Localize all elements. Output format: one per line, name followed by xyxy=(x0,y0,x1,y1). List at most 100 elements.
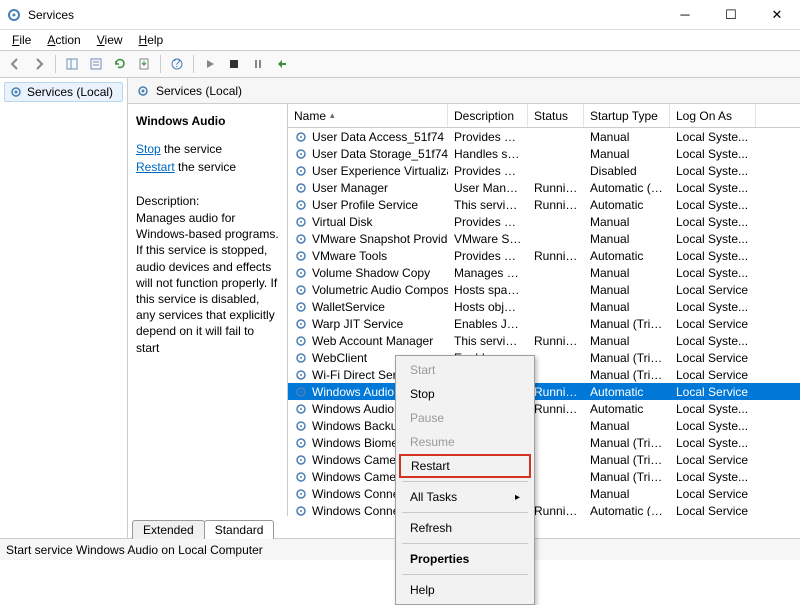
service-row[interactable]: User Profile ServiceThis service ...Runn… xyxy=(288,196,800,213)
service-log-on-as: Local Syste... xyxy=(670,470,756,484)
column-name[interactable]: Name▴ xyxy=(288,104,448,127)
service-name: User Data Storage_51f74 xyxy=(312,147,448,161)
status-text: Start service Windows Audio on Local Com… xyxy=(6,543,263,557)
service-row[interactable]: Windows BackupManualLocal Syste... xyxy=(288,417,800,434)
gear-icon xyxy=(9,85,23,99)
context-help[interactable]: Help xyxy=(398,578,532,602)
service-row[interactable]: Windows ConnectManualLocal Service xyxy=(288,485,800,502)
properties-button[interactable] xyxy=(85,53,107,75)
context-resume: Resume xyxy=(398,430,532,454)
service-icon xyxy=(294,419,308,433)
service-startup-type: Manual xyxy=(584,266,670,280)
context-all-tasks[interactable]: All Tasks▸ xyxy=(398,485,532,509)
maximize-button[interactable]: ☐ xyxy=(708,0,754,29)
stop-service-button[interactable] xyxy=(223,53,245,75)
restart-service-link[interactable]: Restart xyxy=(136,160,175,174)
service-description: Hosts spatia... xyxy=(448,283,528,297)
context-restart[interactable]: Restart xyxy=(399,454,531,478)
menu-file[interactable]: File xyxy=(4,31,39,49)
column-description[interactable]: Description xyxy=(448,104,528,127)
tab-extended[interactable]: Extended xyxy=(132,520,205,539)
service-row[interactable]: User ManagerUser Manag...RunningAutomati… xyxy=(288,179,800,196)
menu-help[interactable]: Help xyxy=(131,31,172,49)
menu-action[interactable]: Action xyxy=(39,31,88,49)
service-icon xyxy=(294,368,308,382)
tab-standard[interactable]: Standard xyxy=(204,520,275,539)
forward-button[interactable] xyxy=(28,53,50,75)
service-log-on-as: Local Service xyxy=(670,317,756,331)
column-headers: Name▴ Description Status Startup Type Lo… xyxy=(288,104,800,128)
service-row[interactable]: Volumetric Audio Composit...Hosts spatia… xyxy=(288,281,800,298)
service-row[interactable]: User Data Storage_51f74Handles sto... Man… xyxy=(288,145,800,162)
service-icon xyxy=(294,147,308,161)
service-row[interactable]: Virtual DiskProvides m...ManualLocal Sys… xyxy=(288,213,800,230)
context-start: Start xyxy=(398,358,532,382)
help-button[interactable]: ? xyxy=(166,53,188,75)
service-row[interactable]: Web Account ManagerThis service ...Runni… xyxy=(288,332,800,349)
service-log-on-as: Local Syste... xyxy=(670,402,756,416)
close-button[interactable]: ✕ xyxy=(754,0,800,29)
service-name: Web Account Manager xyxy=(312,334,433,348)
service-row[interactable]: WalletServiceHosts objec...ManualLocal S… xyxy=(288,298,800,315)
column-status[interactable]: Status xyxy=(528,104,584,127)
service-log-on-as: Local Syste... xyxy=(670,300,756,314)
menu-bar: File Action View Help xyxy=(0,30,800,50)
service-row[interactable]: VMware Snapshot ProviderVMware Sn...Manu… xyxy=(288,230,800,247)
service-description: Handles sto... xyxy=(448,147,528,161)
service-startup-type: Manual xyxy=(584,147,670,161)
service-name: User Data Access_51f74 xyxy=(312,130,444,144)
service-description: Provides su... xyxy=(448,164,528,178)
service-row[interactable]: VMware ToolsProvides su...RunningAutomat… xyxy=(288,247,800,264)
service-startup-type: Disabled xyxy=(584,164,670,178)
service-name: Volumetric Audio Composit... xyxy=(312,283,448,297)
context-stop[interactable]: Stop xyxy=(398,382,532,406)
title-bar: Services ─ ☐ ✕ xyxy=(0,0,800,30)
service-icon xyxy=(294,453,308,467)
service-row[interactable]: User Data Access_51f74Provides ap...Manu… xyxy=(288,128,800,145)
service-row[interactable]: User Experience Virtualizati...Provides … xyxy=(288,162,800,179)
service-description: This service ... xyxy=(448,198,528,212)
stop-service-link[interactable]: Stop xyxy=(136,142,161,156)
show-hide-tree-button[interactable] xyxy=(61,53,83,75)
service-description: Provides su... xyxy=(448,249,528,263)
export-button[interactable] xyxy=(133,53,155,75)
service-row[interactable]: Windows BiometricManual (Trig...Local Sy… xyxy=(288,434,800,451)
service-icon xyxy=(294,215,308,229)
service-row[interactable]: Windows ConnectiRunningAutomatic (T...Lo… xyxy=(288,502,800,516)
service-row[interactable]: Windows Camera FManual (Trig...Local Sys… xyxy=(288,468,800,485)
service-description: User Manag... xyxy=(448,181,528,195)
service-startup-type: Manual xyxy=(584,232,670,246)
refresh-button[interactable] xyxy=(109,53,131,75)
service-row[interactable]: WebClientEnables Win...Manual (Trig...Lo… xyxy=(288,349,800,366)
service-name: Windows Backup xyxy=(312,419,404,433)
service-startup-type: Manual (Trig... xyxy=(584,436,670,450)
back-button[interactable] xyxy=(4,53,26,75)
service-name: Volume Shadow Copy xyxy=(312,266,430,280)
service-row[interactable]: Windows AudioRunningAutomaticLocal Servi… xyxy=(288,383,800,400)
context-properties[interactable]: Properties xyxy=(398,547,532,571)
service-icon xyxy=(294,385,308,399)
start-service-button[interactable] xyxy=(199,53,221,75)
service-log-on-as: Local Syste... xyxy=(670,147,756,161)
service-log-on-as: Local Syste... xyxy=(670,334,756,348)
service-startup-type: Manual xyxy=(584,487,670,501)
svg-text:?: ? xyxy=(174,57,181,70)
context-refresh[interactable]: Refresh xyxy=(398,516,532,540)
service-name: Windows Audio xyxy=(312,385,394,399)
tree-item-services-local[interactable]: Services (Local) xyxy=(4,82,123,102)
service-startup-type: Manual (Trig... xyxy=(584,351,670,365)
minimize-button[interactable]: ─ xyxy=(662,0,708,29)
service-row[interactable]: Volume Shadow CopyManages an...ManualLoc… xyxy=(288,264,800,281)
service-row[interactable]: Windows Audio EnRunningAutomaticLocal Sy… xyxy=(288,400,800,417)
service-row[interactable]: Warp JIT ServiceEnables JIT ...Manual (T… xyxy=(288,315,800,332)
services-app-icon xyxy=(6,7,22,23)
restart-service-button[interactable] xyxy=(271,53,293,75)
pause-service-button[interactable] xyxy=(247,53,269,75)
service-icon xyxy=(294,436,308,450)
service-row[interactable]: Windows Camera FManual (Trig...Local Ser… xyxy=(288,451,800,468)
column-startup-type[interactable]: Startup Type xyxy=(584,104,670,127)
column-log-on-as[interactable]: Log On As xyxy=(670,104,756,127)
service-row[interactable]: Wi-Fi Direct Services Conne...Manages co… xyxy=(288,366,800,383)
menu-view[interactable]: View xyxy=(89,31,131,49)
service-status: Running xyxy=(528,181,584,195)
